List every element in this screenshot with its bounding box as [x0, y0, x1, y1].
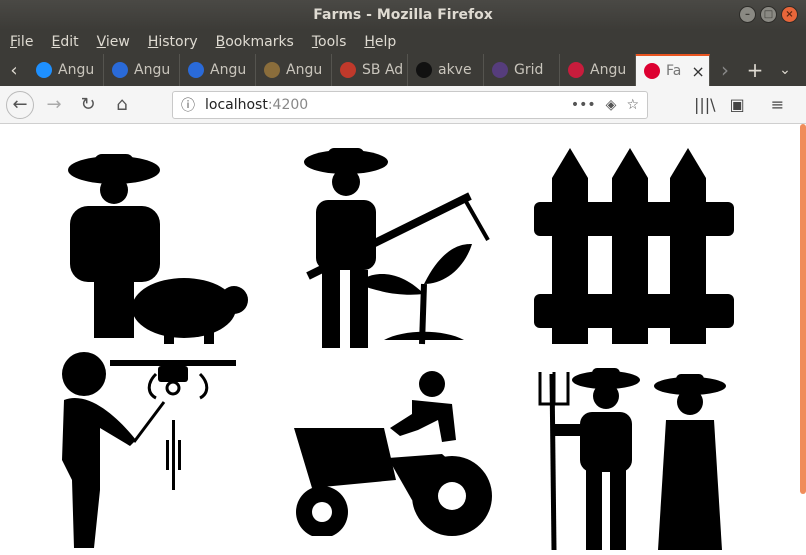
farmer-couple-icon — [536, 364, 736, 551]
farmer-with-pig-icon — [64, 148, 254, 344]
window-title: Farms - Mozilla Firefox — [313, 7, 493, 23]
hamburger-menu-icon[interactable]: ≡ — [771, 95, 784, 114]
menu-bookmarks[interactable]: Bookmarks — [216, 34, 294, 50]
pocket-icon[interactable]: ◈ — [606, 97, 617, 113]
tab-label: Angu — [58, 62, 95, 78]
menu-tools[interactable]: Tools — [312, 34, 347, 50]
tab-label: Angu — [210, 62, 247, 78]
navigation-bar: ← → ↻ ⌂ ⓘ localhost:4200 ••• ◈ ☆ |||\ ▣ … — [0, 86, 806, 124]
info-icon[interactable]: ⓘ — [181, 95, 195, 115]
tab-label: Angu — [134, 62, 171, 78]
menu-history[interactable]: History — [148, 34, 198, 50]
tab-bar: ‹ Angu Angu Angu Angu SB Ad akve Grid Angu Fa × ›… — [0, 54, 806, 86]
github-icon — [416, 62, 432, 78]
angular-icon — [644, 63, 660, 79]
tab-label: Fa — [666, 63, 682, 79]
title-bar: Farms - Mozilla Firefox – □ × — [0, 0, 806, 30]
drone-operator-icon — [60, 350, 246, 548]
menu-edit[interactable]: Edit — [51, 34, 78, 50]
tab-1[interactable]: Angu — [104, 54, 180, 86]
tabs-scroll-left-button[interactable]: ‹ — [0, 54, 28, 86]
tab-label: akve — [438, 62, 472, 78]
google-icon — [264, 62, 280, 78]
tab-6[interactable]: Grid — [484, 54, 560, 86]
scrollbar[interactable] — [800, 124, 806, 494]
sb-admin-icon — [340, 62, 356, 78]
menu-help[interactable]: Help — [364, 34, 396, 50]
tab-4[interactable]: SB Ad — [332, 54, 408, 86]
page-actions-icon[interactable]: ••• — [571, 97, 596, 113]
new-tab-button[interactable]: + — [740, 54, 770, 86]
maximize-button[interactable]: □ — [760, 6, 777, 23]
window-controls: – □ × — [739, 6, 798, 23]
close-window-button[interactable]: × — [781, 6, 798, 23]
page-content — [0, 124, 806, 552]
reload-button[interactable]: ↻ — [74, 91, 102, 119]
minimize-button[interactable]: – — [739, 6, 756, 23]
bookmark-star-icon[interactable]: ☆ — [626, 97, 639, 113]
fence-icon — [532, 144, 736, 348]
bootstrap-icon — [112, 62, 128, 78]
bootstrap-icon — [188, 62, 204, 78]
library-icon[interactable]: |||\ — [694, 95, 716, 114]
tab-0[interactable]: Angu — [28, 54, 104, 86]
bootstrap-icon — [568, 62, 584, 78]
tabs-scroll-right-button[interactable]: › — [710, 54, 740, 86]
sidebar-icon[interactable]: ▣ — [730, 95, 745, 114]
tab-label: Grid — [514, 62, 544, 78]
menu-bar: File Edit View History Bookmarks Tools H… — [0, 30, 806, 54]
url-bar[interactable]: ⓘ localhost:4200 ••• ◈ ☆ — [172, 90, 648, 119]
forward-arrow-icon: → — [46, 94, 62, 115]
home-icon: ⌂ — [116, 94, 128, 115]
tab-label: SB Ad — [362, 62, 404, 78]
tab-3[interactable]: Angu — [256, 54, 332, 86]
tab-2[interactable]: Angu — [180, 54, 256, 86]
tab-8[interactable]: Fa × — [636, 54, 710, 86]
url-text: localhost:4200 — [205, 96, 309, 113]
reload-icon: ↻ — [80, 94, 96, 115]
back-button[interactable]: ← — [6, 90, 34, 119]
home-button[interactable]: ⌂ — [108, 91, 136, 119]
menu-file[interactable]: File — [10, 34, 33, 50]
tab-label: Angu — [590, 62, 627, 78]
lightning-icon — [36, 62, 52, 78]
tab-label: Angu — [286, 62, 323, 78]
close-tab-icon[interactable]: × — [691, 62, 704, 81]
tab-5[interactable]: akve — [408, 54, 484, 86]
tab-7[interactable]: Angu — [560, 54, 636, 86]
back-arrow-icon: ← — [12, 94, 28, 115]
tab-list-button[interactable]: ⌄ — [770, 54, 800, 86]
bootstrap-icon — [492, 62, 508, 78]
farmer-with-hoe-icon — [294, 144, 490, 350]
forward-button[interactable]: → — [40, 91, 68, 119]
menu-view[interactable]: View — [97, 34, 130, 50]
tractor-driver-icon — [292, 370, 500, 538]
